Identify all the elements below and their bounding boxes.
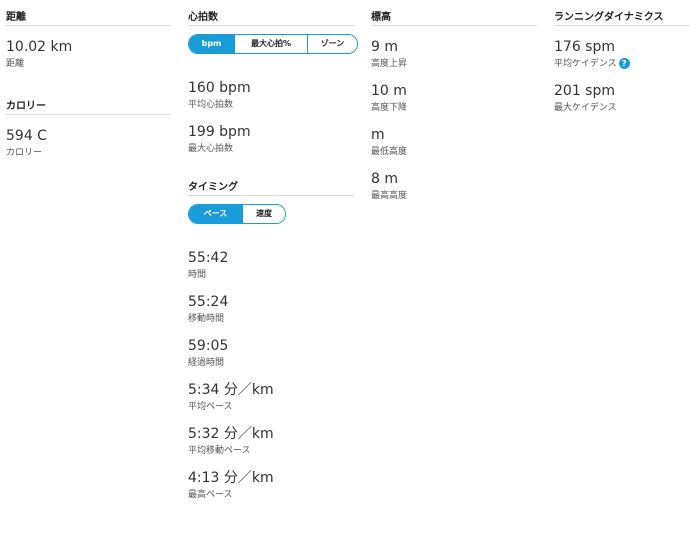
stat-label: 平均ケイデンス (554, 59, 617, 69)
stat-value: 5:34 分／km (188, 382, 274, 398)
stat-label-row: 平均ケイデンス? (554, 58, 686, 70)
stat-label: 最低高度 (371, 147, 408, 157)
stat-value: 9 m (371, 39, 398, 55)
stat-label: 最大ケイデンス (554, 103, 617, 113)
stat-label: 最高ペース (188, 490, 233, 500)
toggle-speed-button[interactable]: 速度 (242, 205, 285, 223)
column-summary: 距離 10.02 km 距離 カロリー 594 C カロリー (6, 0, 170, 159)
toggle-zones-button[interactable]: ゾーン (307, 35, 357, 53)
section-title-running-dynamics: ランニングダイナミクス (554, 0, 690, 26)
stat-elevation-gain: 9 m 高度上昇 (371, 38, 537, 70)
stat-moving-time: 55:24 移動時間 (188, 293, 354, 325)
stat-value: 160 bpm (188, 80, 251, 96)
section-title-distance: 距離 (6, 0, 170, 26)
section-title-calories: カロリー (6, 89, 170, 115)
stat-value: 10 m (371, 83, 407, 99)
toggle-pace-button[interactable]: ペース (189, 205, 242, 223)
stat-min-elevation: m 最低高度 (371, 126, 537, 158)
stat-value: 594 C (6, 128, 47, 144)
timing-unit-toggle: ペース 速度 (188, 204, 286, 224)
stat-label: 距離 (6, 59, 25, 69)
stat-value: 176 spm (554, 39, 615, 55)
stat-value: 55:24 (188, 294, 229, 310)
stat-value: 55:42 (188, 250, 229, 266)
stat-time: 55:42 時間 (188, 249, 354, 281)
stat-label: 最大心拍数 (188, 144, 234, 154)
stat-value: 5:32 分／km (188, 426, 274, 442)
stat-elapsed-time: 59:05 経過時間 (188, 337, 354, 369)
stat-elevation-loss: 10 m 高度下降 (371, 82, 537, 114)
stat-avg-moving-pace: 5:32 分／km 平均移動ペース (188, 425, 354, 457)
heart-rate-unit-toggle: bpm 最大心拍% ゾーン (188, 34, 358, 54)
stat-label: 高度下降 (371, 103, 408, 113)
stat-calories: 594 C カロリー (6, 127, 170, 159)
stat-label: 平均ペース (188, 402, 233, 412)
section-title-elevation: 標高 (371, 0, 537, 26)
stat-label: 時間 (188, 270, 207, 280)
column-running-dynamics: ランニングダイナミクス 176 spm 平均ケイデンス? 201 spm 最大ケ… (554, 0, 690, 114)
stat-max-heart-rate: 199 bpm 最大心拍数 (188, 123, 354, 155)
stat-label: 平均移動ペース (188, 446, 251, 456)
stat-label: 移動時間 (188, 314, 225, 324)
stat-avg-heart-rate: 160 bpm 平均心拍数 (188, 79, 354, 111)
stat-max-cadence: 201 spm 最大ケイデンス (554, 82, 686, 114)
stat-best-pace: 4:13 分／km 最高ペース (188, 469, 354, 501)
column-elevation: 標高 9 m 高度上昇 10 m 高度下降 m 最低高度 8 m 最高高度 (371, 0, 537, 202)
stat-value: 10.02 km (6, 39, 73, 55)
stat-distance: 10.02 km 距離 (6, 38, 170, 70)
stat-label: 経過時間 (188, 358, 225, 368)
section-title-timing: タイミング (188, 170, 354, 196)
stat-value: 4:13 分／km (188, 470, 274, 486)
stat-max-elevation: 8 m 最高高度 (371, 170, 537, 202)
stat-avg-cadence: 176 spm 平均ケイデンス? (554, 38, 686, 70)
stat-label: カロリー (6, 148, 43, 158)
stat-label: 最高高度 (371, 191, 408, 201)
stat-avg-pace: 5:34 分／km 平均ペース (188, 381, 354, 413)
stat-value: m (371, 127, 385, 143)
section-title-heart-rate: 心拍数 (188, 0, 354, 26)
question-circle-icon[interactable]: ? (618, 58, 630, 69)
toggle-bpm-button[interactable]: bpm (189, 35, 234, 53)
toggle-max-hr-percent-button[interactable]: 最大心拍% (234, 35, 307, 53)
column-heart-timing: 心拍数 bpm 最大心拍% ゾーン 160 bpm 平均心拍数 199 bpm … (188, 0, 358, 501)
stat-value: 59:05 (188, 338, 229, 354)
stat-value: 201 spm (554, 83, 615, 99)
stat-value: 199 bpm (188, 124, 251, 140)
stat-label: 平均心拍数 (188, 100, 234, 110)
stat-value: 8 m (371, 171, 398, 187)
stat-label: 高度上昇 (371, 59, 408, 69)
